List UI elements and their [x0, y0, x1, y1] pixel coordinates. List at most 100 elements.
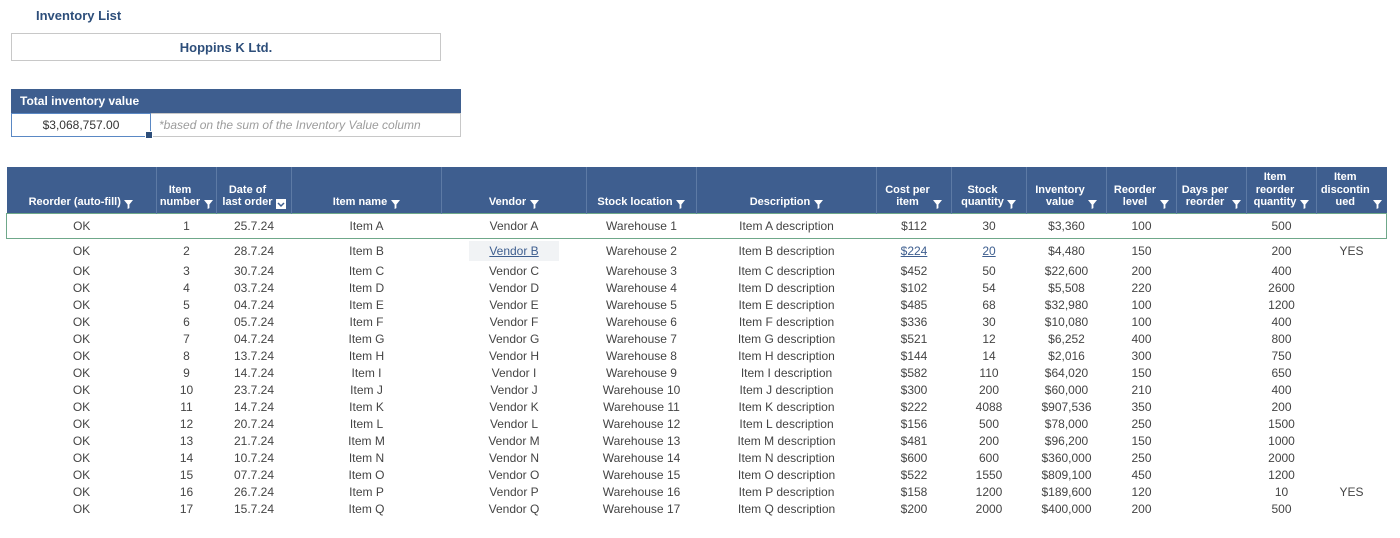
cell-days [1177, 416, 1247, 433]
cell-days [1177, 399, 1247, 416]
cell-reordqty: 200 [1247, 399, 1317, 416]
col-header-date[interactable]: Date oflast order [217, 167, 292, 213]
col-header-stockqty[interactable]: Stockquantity [952, 167, 1027, 213]
cell-name: Item L [292, 416, 442, 433]
col-header-name[interactable]: Item name [292, 167, 442, 213]
filter-icon[interactable] [124, 200, 134, 209]
cell-invval: $78,000 [1027, 416, 1107, 433]
cell-disc [1317, 501, 1387, 518]
cell-reordqty: 500 [1247, 501, 1317, 518]
table-row: OK1507.7.24Item OVendor OWarehouse 15Ite… [7, 467, 1387, 484]
total-inventory-header: Total inventory value [11, 89, 461, 113]
filter-icon[interactable] [1088, 200, 1098, 209]
cell-reorder: OK [7, 348, 157, 365]
cell-disc [1317, 348, 1387, 365]
cell-desc: Item G description [697, 331, 877, 348]
col-header-reordlvl[interactable]: Reorderlevel [1107, 167, 1177, 213]
col-header-label: Cost peritem [885, 184, 930, 209]
col-header-itemno[interactable]: Itemnumber [157, 167, 217, 213]
cell-days [1177, 467, 1247, 484]
cell-invval: $22,600 [1027, 263, 1107, 280]
filter-icon[interactable] [676, 200, 686, 209]
cell-cost: $300 [877, 382, 952, 399]
table-row: OK330.7.24Item CVendor CWarehouse 3Item … [7, 263, 1387, 280]
filter-icon[interactable] [390, 200, 400, 209]
cell-itemno: 9 [157, 365, 217, 382]
cell-days [1177, 501, 1247, 518]
cell-disc [1317, 213, 1387, 238]
cell-cost: $222 [877, 399, 952, 416]
cell-cost: $224 [877, 238, 952, 263]
filter-icon[interactable] [1299, 200, 1309, 209]
cell-stockloc: Warehouse 3 [587, 263, 697, 280]
cell-name: Item C [292, 263, 442, 280]
cell-reorder: OK [7, 467, 157, 484]
cell-reorder: OK [7, 501, 157, 518]
cell-stockqty: 50 [952, 263, 1027, 280]
cell-reordqty: 1500 [1247, 416, 1317, 433]
cell-reordlvl: 200 [1107, 501, 1177, 518]
cell-reorder: OK [7, 314, 157, 331]
cell-stockloc: Warehouse 4 [587, 280, 697, 297]
cell-stockqty: 110 [952, 365, 1027, 382]
col-header-stockloc[interactable]: Stock location [587, 167, 697, 213]
linked-value[interactable]: 20 [982, 244, 995, 258]
table-row: OK228.7.24Item BVendor BWarehouse 2Item … [7, 238, 1387, 263]
cell-invval: $189,600 [1027, 484, 1107, 501]
col-header-label: Stock location [597, 196, 672, 209]
filter-icon[interactable] [529, 200, 539, 209]
company-name-box: Hoppins K Ltd. [11, 33, 441, 61]
cell-name: Item N [292, 450, 442, 467]
col-header-label: Inventoryvalue [1035, 184, 1085, 209]
filter-icon[interactable] [933, 200, 943, 209]
cell-invval: $4,480 [1027, 238, 1107, 263]
table-row: OK1321.7.24Item MVendor MWarehouse 13Ite… [7, 433, 1387, 450]
col-header-desc[interactable]: Description [697, 167, 877, 213]
cell-reordlvl: 120 [1107, 484, 1177, 501]
cell-date: 28.7.24 [217, 238, 292, 263]
cell-disc [1317, 365, 1387, 382]
filter-icon[interactable] [1007, 200, 1017, 209]
cell-cost: $112 [877, 213, 952, 238]
cell-name: Item H [292, 348, 442, 365]
col-header-vendor[interactable]: Vendor [442, 167, 587, 213]
cell-desc: Item N description [697, 450, 877, 467]
filter-icon[interactable] [1373, 200, 1383, 209]
cell-cost: $485 [877, 297, 952, 314]
col-header-reorder[interactable]: Reorder (auto-fill) [7, 167, 157, 213]
cell-date: 21.7.24 [217, 433, 292, 450]
cell-name: Item E [292, 297, 442, 314]
filter-icon[interactable] [813, 200, 823, 209]
cell-date: 26.7.24 [217, 484, 292, 501]
col-header-cost[interactable]: Cost peritem [877, 167, 952, 213]
filter-icon[interactable] [1231, 200, 1241, 209]
cell-disc [1317, 399, 1387, 416]
cell-vendor: Vendor G [442, 331, 587, 348]
cell-date: 10.7.24 [217, 450, 292, 467]
linked-value[interactable]: $224 [901, 244, 928, 258]
filter-icon[interactable] [203, 200, 213, 209]
cell-stockqty: 200 [952, 382, 1027, 399]
total-inventory-value-cell[interactable]: $3,068,757.00 [11, 113, 151, 137]
vendor-link[interactable]: Vendor B [469, 241, 558, 261]
cell-reorder: OK [7, 433, 157, 450]
filter-icon[interactable] [1159, 200, 1169, 209]
cell-date: 05.7.24 [217, 314, 292, 331]
col-header-days[interactable]: Days perreorder [1177, 167, 1247, 213]
cell-stockqty: 12 [952, 331, 1027, 348]
cell-desc: Item F description [697, 314, 877, 331]
cell-reordqty: 10 [1247, 484, 1317, 501]
filter-icon[interactable] [276, 199, 286, 209]
cell-date: 25.7.24 [217, 213, 292, 238]
cell-cost: $158 [877, 484, 952, 501]
cell-stockqty: 500 [952, 416, 1027, 433]
cell-reorder: OK [7, 263, 157, 280]
col-header-label: Itemdiscontinued [1321, 171, 1370, 209]
col-header-reordqty[interactable]: Itemreorderquantity [1247, 167, 1317, 213]
cell-itemno: 3 [157, 263, 217, 280]
cell-vendor: Vendor A [442, 213, 587, 238]
cell-reordqty: 650 [1247, 365, 1317, 382]
col-header-invval[interactable]: Inventoryvalue [1027, 167, 1107, 213]
cell-reordlvl: 210 [1107, 382, 1177, 399]
col-header-disc[interactable]: Itemdiscontinued [1317, 167, 1387, 213]
